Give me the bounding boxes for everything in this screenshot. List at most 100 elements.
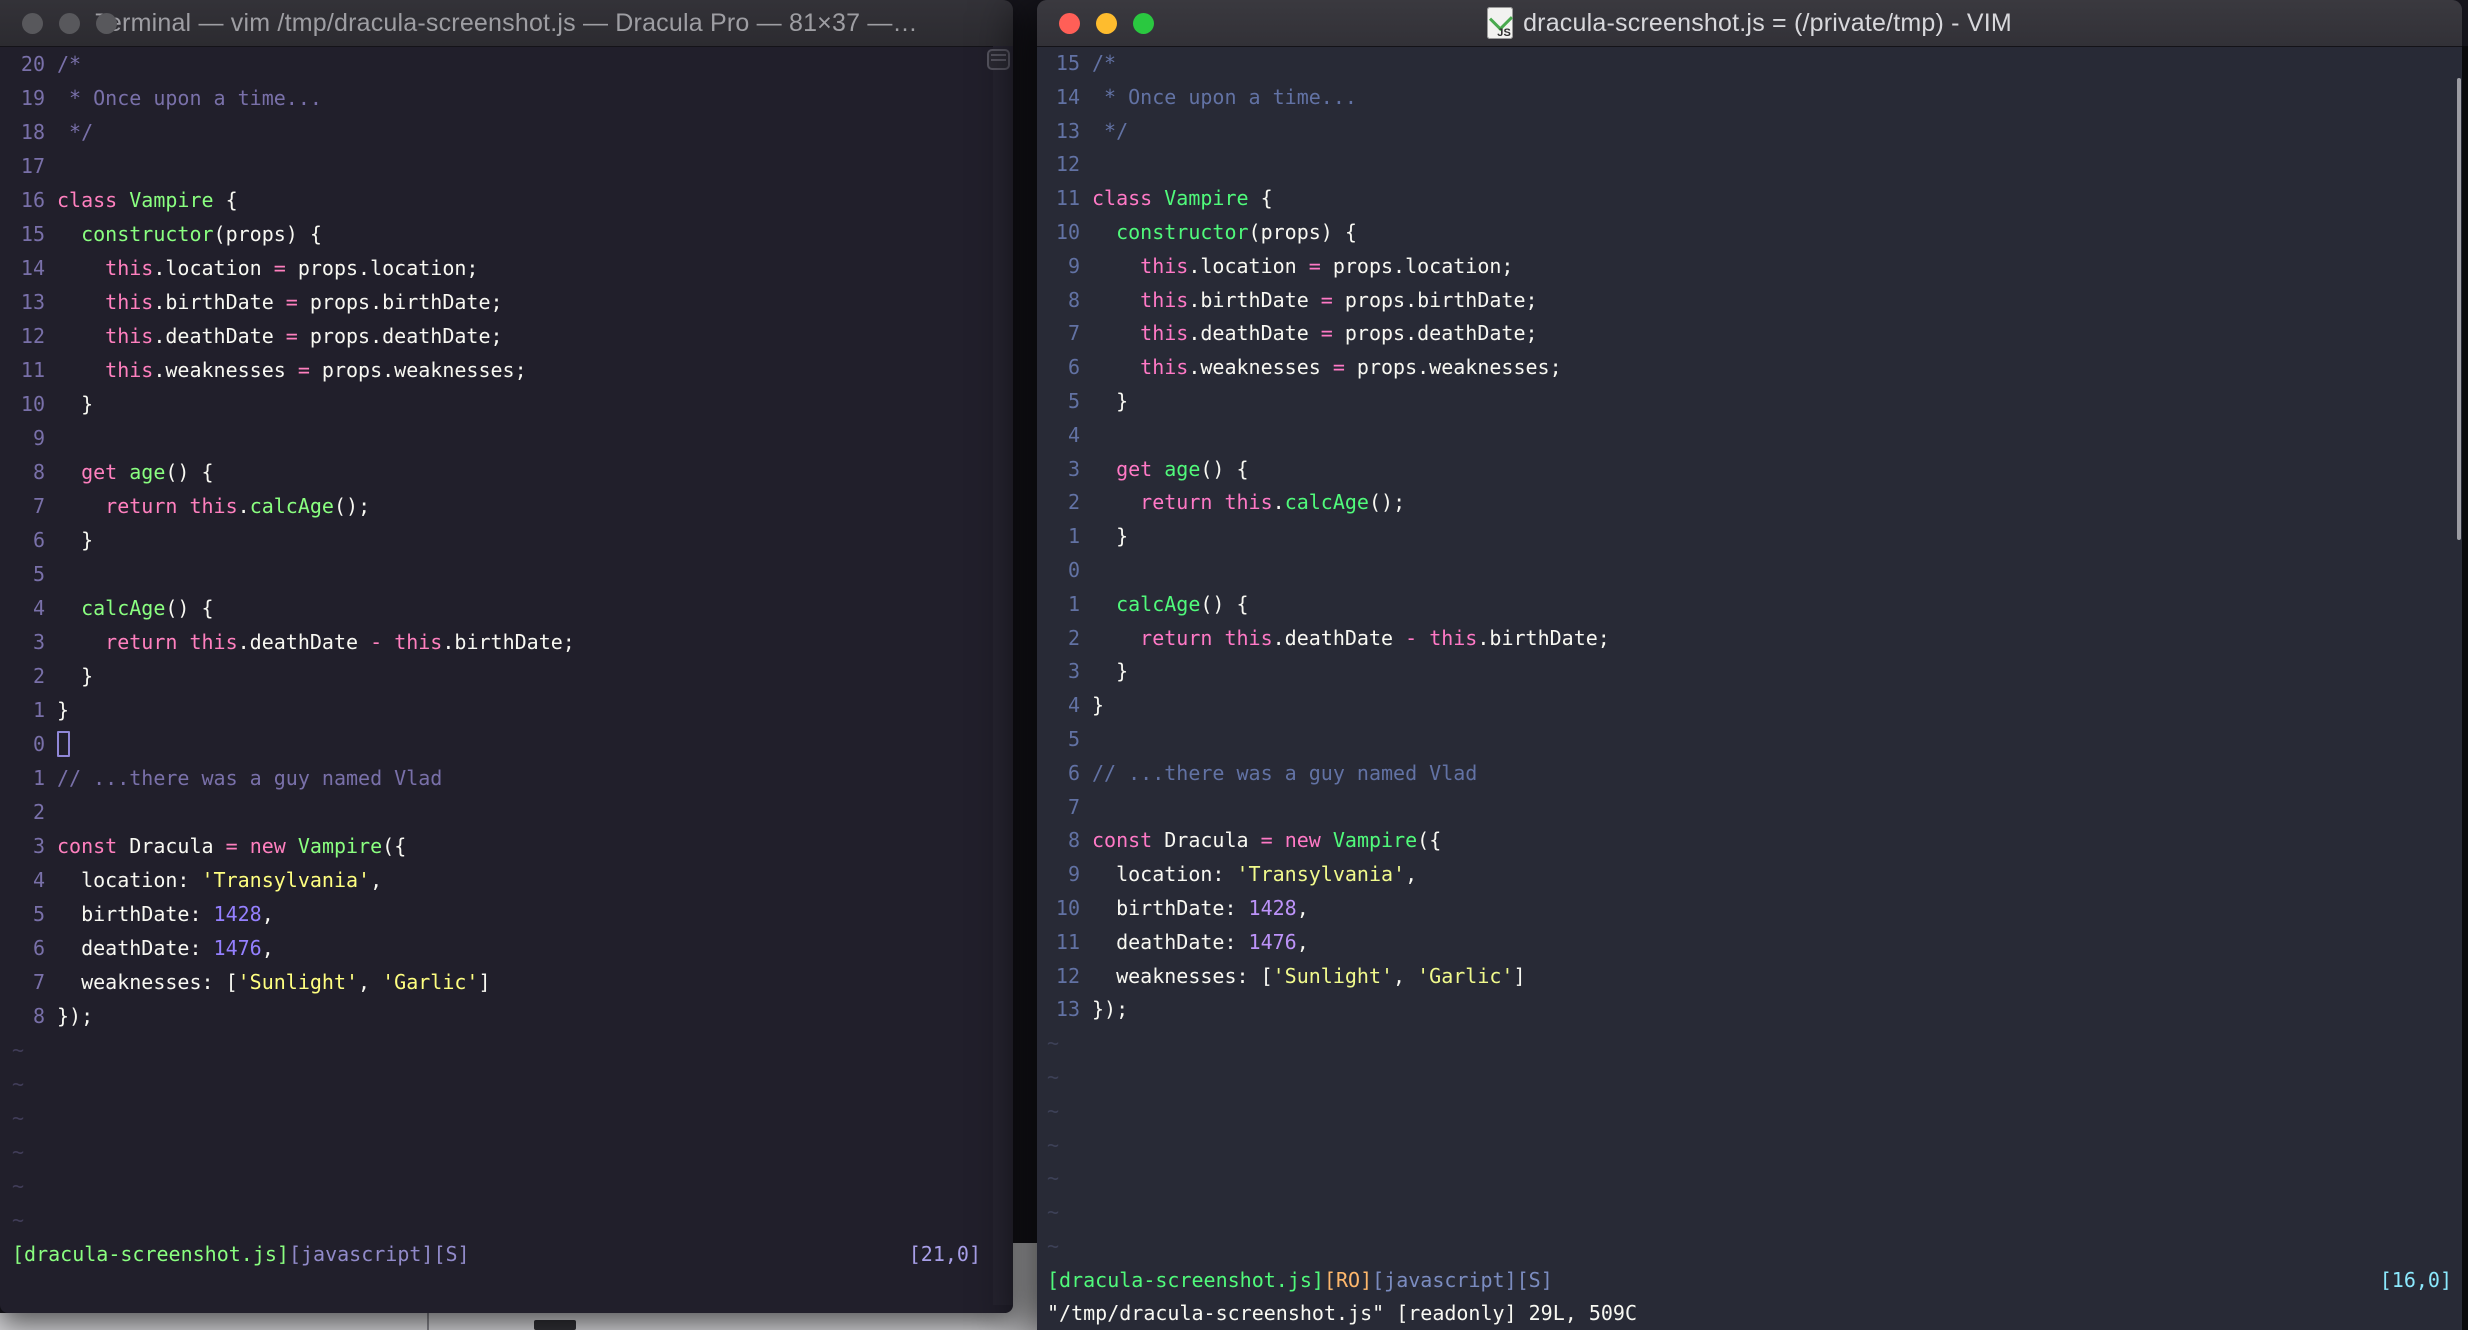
terminal-titlebar[interactable]: Terminal — vim /tmp/dracula-screenshot.j… bbox=[0, 0, 1013, 47]
code-line[interactable]: 0 bbox=[1037, 554, 2462, 588]
code-line[interactable]: 6 } bbox=[0, 523, 1013, 557]
code-line[interactable]: 12 weaknesses: ['Sunlight', 'Garlic'] bbox=[1037, 960, 2462, 994]
code-line[interactable]: 6 this.weaknesses = props.weaknesses; bbox=[1037, 351, 2462, 385]
code-line[interactable]: 5 bbox=[0, 557, 1013, 591]
code-line[interactable]: 4 calcAge() { bbox=[0, 591, 1013, 625]
code-line[interactable]: 10 } bbox=[0, 387, 1013, 421]
empty-buffer-line[interactable]: ~ bbox=[0, 1135, 1013, 1169]
code-line[interactable]: 1} bbox=[0, 693, 1013, 727]
code-line[interactable]: 8 this.birthDate = props.birthDate; bbox=[1037, 284, 2462, 318]
line-number: 17 bbox=[20, 154, 45, 178]
code-line[interactable]: 9 bbox=[0, 421, 1013, 455]
code-line[interactable]: 20/* bbox=[0, 47, 1013, 81]
code-line[interactable]: 5 birthDate: 1428, bbox=[0, 897, 1013, 931]
vim-buffer-left[interactable]: 20/* 19 * Once upon a time... 18 */ 17 16 cla… bbox=[0, 46, 1013, 1313]
empty-buffer-line[interactable]: ~ bbox=[0, 1033, 1013, 1067]
code-line[interactable]: 7 weaknesses: ['Sunlight', 'Garlic'] bbox=[0, 965, 1013, 999]
code-line[interactable]: 4 location: 'Transylvania', bbox=[0, 863, 1013, 897]
code-line[interactable]: 0 bbox=[0, 727, 1013, 761]
empty-buffer-line[interactable]: ~ bbox=[1037, 1230, 2462, 1264]
code-line[interactable]: 4} bbox=[1037, 689, 2462, 723]
code-line[interactable]: 16 class Vampire { bbox=[0, 183, 1013, 217]
empty-buffer-line[interactable]: ~ bbox=[0, 1169, 1013, 1203]
code-line[interactable]: 17 bbox=[0, 149, 1013, 183]
line-number: 4 bbox=[32, 868, 45, 892]
zoom-button[interactable] bbox=[96, 12, 117, 34]
code-line[interactable]: 3 get age() { bbox=[1037, 453, 2462, 487]
code-line[interactable]: 7 this.deathDate = props.deathDate; bbox=[1037, 317, 2462, 351]
code-line[interactable]: 2 return this.calcAge(); bbox=[1037, 486, 2462, 520]
vim-buffer-right[interactable]: 15/* 14 * Once upon a time... 13 */12 11 cla… bbox=[1037, 46, 2462, 1330]
code-line[interactable]: 3 const Dracula = new Vampire({ bbox=[0, 829, 1013, 863]
split-pane-button[interactable] bbox=[987, 49, 1010, 70]
document-icon-js-label: JS bbox=[1497, 27, 1512, 39]
code-line[interactable]: 10 constructor(props) { bbox=[1037, 216, 2462, 250]
line-number: 2 bbox=[32, 800, 45, 824]
code-line[interactable]: 1// ...there was a guy named Vlad bbox=[0, 761, 1013, 795]
code-line[interactable]: 8 get age() { bbox=[0, 455, 1013, 489]
code-line[interactable]: 5 bbox=[1037, 723, 2462, 757]
code-line[interactable]: 6 deathDate: 1476, bbox=[0, 931, 1013, 965]
empty-buffer-line[interactable]: ~ bbox=[1037, 1095, 2462, 1129]
line-number: 1 bbox=[32, 766, 45, 790]
code-line[interactable]: 6// ...there was a guy named Vlad bbox=[1037, 757, 2462, 791]
line-number: 6 bbox=[32, 528, 45, 552]
close-button[interactable] bbox=[1059, 12, 1080, 34]
code-line[interactable]: 10 birthDate: 1428, bbox=[1037, 892, 2462, 926]
code-line[interactable]: 19 * Once upon a time... bbox=[0, 81, 1013, 115]
empty-buffer-line[interactable]: ~ bbox=[1037, 1061, 2462, 1095]
code-line[interactable]: 14 this.location = props.location; bbox=[0, 251, 1013, 285]
code-line[interactable]: 8}); bbox=[0, 999, 1013, 1033]
code-line[interactable]: 15 constructor(props) { bbox=[0, 217, 1013, 251]
code-line[interactable]: 13 */ bbox=[1037, 115, 2462, 149]
code-line[interactable]: 3 } bbox=[1037, 655, 2462, 689]
close-button[interactable] bbox=[22, 12, 43, 34]
code-line[interactable]: 11 class Vampire { bbox=[1037, 182, 2462, 216]
code-line[interactable]: 1 } bbox=[1037, 520, 2462, 554]
empty-buffer-line[interactable]: ~ bbox=[0, 1203, 1013, 1237]
line-number: 12 bbox=[20, 324, 45, 348]
minimize-button[interactable] bbox=[59, 12, 80, 34]
scrollbar[interactable] bbox=[993, 46, 1013, 1305]
document-icon: JS bbox=[1487, 6, 1514, 39]
line-number: 3 bbox=[1067, 659, 1080, 684]
empty-buffer-line[interactable]: ~ bbox=[1037, 1129, 2462, 1163]
code-line[interactable]: 13}); bbox=[1037, 993, 2462, 1027]
code-line[interactable]: 15/* bbox=[1037, 47, 2462, 81]
code-line[interactable]: 8 const Dracula = new Vampire({ bbox=[1037, 824, 2462, 858]
statusline-cursor-position: [16,0] bbox=[2379, 1267, 2452, 1292]
code-line[interactable]: 9 location: 'Transylvania', bbox=[1037, 858, 2462, 892]
code-line[interactable]: 3 return this.deathDate - this.birthDate… bbox=[0, 625, 1013, 659]
code-line[interactable]: 7 bbox=[1037, 791, 2462, 825]
terminal-window: Terminal — vim /tmp/dracula-screenshot.j… bbox=[0, 0, 1013, 1313]
code-line[interactable]: 2 } bbox=[0, 659, 1013, 693]
code-line[interactable]: 4 bbox=[1037, 419, 2462, 453]
code-line[interactable]: 9 this.location = props.location; bbox=[1037, 250, 2462, 284]
line-number: 3 bbox=[32, 834, 45, 858]
code-line[interactable]: 2 bbox=[0, 795, 1013, 829]
empty-buffer-line[interactable]: ~ bbox=[1037, 1027, 2462, 1061]
empty-buffer-line[interactable]: ~ bbox=[0, 1067, 1013, 1101]
line-number: 11 bbox=[20, 358, 45, 382]
zoom-button[interactable] bbox=[1133, 12, 1154, 34]
code-line[interactable]: 18 */ bbox=[0, 115, 1013, 149]
line-number: 4 bbox=[1067, 693, 1080, 718]
code-line[interactable]: 14 * Once upon a time... bbox=[1037, 81, 2462, 115]
line-number: 1 bbox=[1067, 524, 1080, 549]
code-line[interactable]: 11 this.weaknesses = props.weaknesses; bbox=[0, 353, 1013, 387]
empty-buffer-line[interactable]: ~ bbox=[0, 1101, 1013, 1135]
code-line[interactable]: 11 deathDate: 1476, bbox=[1037, 926, 2462, 960]
minimize-button[interactable] bbox=[1096, 12, 1117, 34]
code-line[interactable]: 12 this.deathDate = props.deathDate; bbox=[0, 319, 1013, 353]
scrollbar-thumb[interactable] bbox=[2457, 78, 2461, 540]
empty-buffer-line[interactable]: ~ bbox=[1037, 1162, 2462, 1196]
code-line[interactable]: 2 return this.deathDate - this.birthDate… bbox=[1037, 622, 2462, 656]
code-line[interactable]: 13 this.birthDate = props.birthDate; bbox=[0, 285, 1013, 319]
code-line[interactable]: 7 return this.calcAge(); bbox=[0, 489, 1013, 523]
statusline-file-info: [dracula-screenshot.js][RO][javascript][… bbox=[1047, 1267, 1553, 1292]
code-line[interactable]: 12 bbox=[1037, 148, 2462, 182]
macvim-titlebar[interactable]: JS dracula-screenshot.js = (/private/tmp… bbox=[1037, 0, 2462, 47]
code-line[interactable]: 1 calcAge() { bbox=[1037, 588, 2462, 622]
empty-buffer-line[interactable]: ~ bbox=[1037, 1196, 2462, 1230]
code-line[interactable]: 5 } bbox=[1037, 385, 2462, 419]
